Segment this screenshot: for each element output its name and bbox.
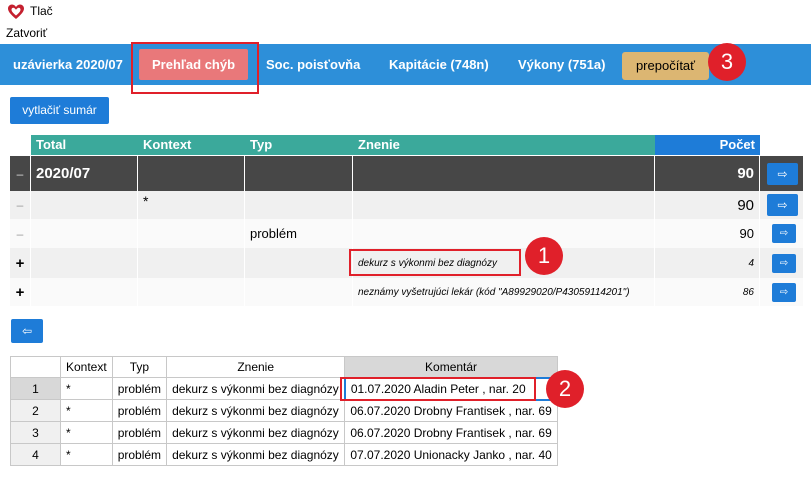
cell-pocet: 86 [655, 278, 760, 306]
cell-komentar[interactable]: 06.07.2020 Drobny Frantisek , nar. 69 [344, 399, 558, 422]
cell-znenie [353, 191, 655, 219]
drill-button[interactable]: ⇨ [772, 254, 796, 273]
cell-typ [245, 278, 353, 306]
cell-typ [245, 156, 353, 191]
grid-row-total: – 2020/07 90 ⇨ [10, 156, 803, 191]
cell-znenie: dekurz s výkonmi bez diagnózy [166, 421, 346, 444]
row-number[interactable]: 1 [10, 377, 61, 400]
cell-kontext [138, 248, 245, 278]
back-button[interactable]: ⇦ [11, 319, 43, 343]
cell-znenie: dekurz s výkonmi bez diagnózy [166, 443, 346, 466]
grid-row-kontext: – * 90 ⇨ [10, 191, 803, 219]
col-header-total[interactable]: Total [31, 135, 138, 155]
cell-kontext: * [60, 377, 113, 400]
table-row[interactable]: 3 * problém dekurz s výkonmi bez diagnóz… [10, 421, 558, 444]
cell-kontext [138, 219, 245, 248]
cell-znenie: dekurz s výkonmi bez diagnózy [166, 377, 346, 400]
cell-pocet: 4 [655, 248, 760, 278]
drill-button[interactable]: ⇨ [772, 283, 796, 302]
detail-header-komentar[interactable]: Komentár [344, 356, 558, 378]
cell-total [31, 278, 138, 306]
row-toggle[interactable]: – [10, 219, 31, 248]
highlight-box-komentar [340, 377, 536, 401]
menu-bar: Zatvoriť [0, 24, 811, 42]
cell-znenie: dekurz s výkonmi bez diagnózy [166, 399, 346, 422]
cell-total [31, 191, 138, 219]
cell-znenie: neznámy vyšetrujúci lekár (kód "A8992902… [353, 278, 655, 306]
row-toggle[interactable]: – [10, 191, 31, 219]
cell-kontext: * [138, 191, 245, 219]
cell-pocet: 90 [655, 191, 760, 219]
window-title: Tlač [30, 4, 53, 18]
cell-pocet: 90 [655, 219, 760, 248]
cell-typ: problém [111, 443, 168, 466]
tab-kapitacie[interactable]: Kapitácie (748n) [389, 44, 489, 85]
cell-typ: problém [111, 377, 168, 400]
tab-uzavierka[interactable]: uzávierka 2020/07 [13, 44, 123, 85]
drill-button[interactable]: ⇨ [772, 224, 796, 243]
grid-row-typ: – problém 90 ⇨ [10, 219, 803, 248]
row-number[interactable]: 4 [10, 443, 61, 466]
tab-soc-poistovna[interactable]: Soc. poisťovňa [266, 44, 360, 85]
cell-typ: problém [245, 219, 353, 248]
cell-typ: problém [111, 421, 168, 444]
detail-header-znenie[interactable]: Znenie [166, 356, 346, 378]
annotation-badge-3: 3 [708, 43, 746, 81]
cell-komentar[interactable]: 07.07.2020 Unionacky Janko , nar. 40 [344, 443, 558, 466]
recalc-button[interactable]: prepočítať [622, 52, 709, 80]
detail-corner [10, 356, 61, 378]
cell-total: 2020/07 [31, 156, 138, 191]
row-expand-toggle[interactable]: + [10, 278, 31, 306]
tab-vykony[interactable]: Výkony (751a) [518, 44, 605, 85]
cell-pocet: 90 [655, 156, 760, 191]
cell-znenie [353, 219, 655, 248]
row-number[interactable]: 2 [10, 399, 61, 422]
cell-kontext: * [60, 443, 113, 466]
row-toggle[interactable]: – [10, 156, 31, 191]
menu-close[interactable]: Zatvoriť [6, 26, 47, 40]
detail-table: Kontext Typ Znenie Komentár 1 * problém … [10, 356, 559, 466]
cell-typ: problém [111, 399, 168, 422]
col-header-kontext[interactable]: Kontext [138, 135, 245, 155]
cell-total [31, 248, 138, 278]
highlight-box-znenie [349, 249, 521, 276]
detail-header-row: Kontext Typ Znenie Komentár [10, 356, 558, 378]
table-row[interactable]: 4 * problém dekurz s výkonmi bez diagnóz… [10, 443, 558, 466]
detail-header-kontext[interactable]: Kontext [60, 356, 113, 378]
cell-typ [245, 248, 353, 278]
cell-total [31, 219, 138, 248]
cell-komentar[interactable]: 06.07.2020 Drobny Frantisek , nar. 69 [344, 421, 558, 444]
cell-znenie [353, 156, 655, 191]
cell-typ [245, 191, 353, 219]
table-row[interactable]: 2 * problém dekurz s výkonmi bez diagnóz… [10, 399, 558, 422]
cell-kontext [138, 156, 245, 191]
row-number[interactable]: 3 [10, 421, 61, 444]
heart-app-icon [8, 4, 24, 19]
title-bar: Tlač [0, 0, 811, 24]
col-header-znenie[interactable]: Znenie [353, 135, 655, 155]
cell-kontext [138, 278, 245, 306]
drill-button[interactable]: ⇨ [767, 194, 798, 216]
print-summary-button[interactable]: vytlačiť sumár [10, 97, 109, 124]
detail-header-typ[interactable]: Typ [111, 356, 168, 378]
cell-kontext: * [60, 421, 113, 444]
grid-row-znenie-2: + neznámy vyšetrujúci lekár (kód "A89929… [10, 278, 803, 306]
annotation-badge-2: 2 [546, 370, 584, 408]
highlight-box-tab [131, 42, 259, 94]
row-expand-toggle[interactable]: + [10, 248, 31, 278]
drill-button[interactable]: ⇨ [767, 163, 798, 185]
col-header-pocet[interactable]: Počet [655, 135, 760, 155]
col-header-typ[interactable]: Typ [245, 135, 353, 155]
cell-kontext: * [60, 399, 113, 422]
annotation-badge-1: 1 [525, 237, 563, 275]
